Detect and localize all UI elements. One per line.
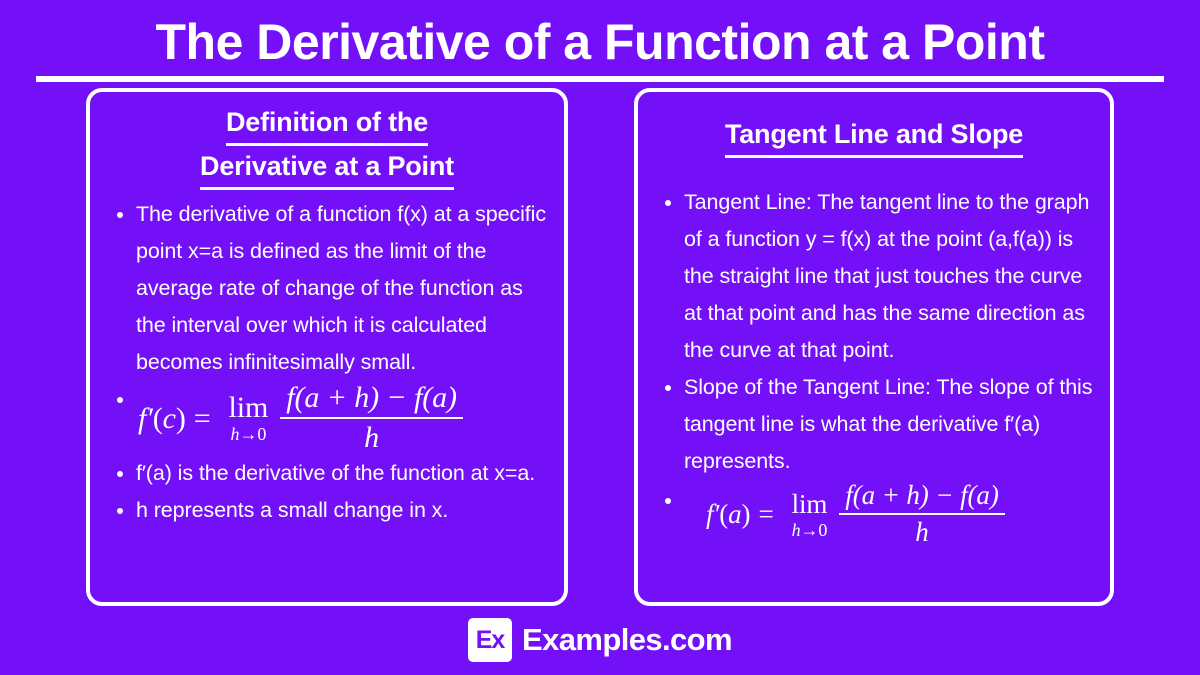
formula-numerator: f(a + h) − f(a) — [845, 480, 999, 510]
formula-close-paren: ) — [175, 401, 186, 435]
formula-denominator: h — [364, 421, 380, 454]
formula-limit-subscript: h→0 — [231, 424, 267, 444]
formula-limit-sub-arrow: →0 — [239, 423, 267, 444]
page-title: The Derivative of a Function at a Point — [155, 14, 1045, 70]
list-item: The derivative of a function f(x) at a s… — [106, 196, 548, 381]
formula-limit-subscript: h→0 — [792, 520, 828, 540]
card-heading-line-2: Derivative at a Point — [200, 146, 454, 190]
formula-open-paren: ( — [719, 498, 729, 529]
site-name: Examples.com — [522, 622, 733, 657]
card-heading: Tangent Line and Slope — [654, 114, 1094, 158]
formula-limit-operator: lim — [228, 390, 269, 424]
formula-variable: a — [728, 498, 742, 529]
list-item-formula: f ′(a) = lim h→0 f(a + h) − f(a) h — [654, 480, 1094, 548]
card-definition-of-the-derivative: Definition of the Derivative at a Point … — [86, 88, 568, 606]
formula-denominator: h — [915, 517, 929, 547]
formula-equals: = — [193, 401, 211, 435]
site-branding: Ex Examples.com — [0, 618, 1200, 662]
formula-limit: lim h→0 — [228, 390, 269, 444]
formula-equals: = — [758, 498, 774, 529]
derivative-formula: f ′(a) = lim h→0 f(a + h) − f(a) h — [706, 480, 1005, 548]
page-title-underline — [36, 76, 1164, 82]
list-item: Slope of the Tangent Line: The slope of … — [654, 369, 1094, 480]
formula-limit-sub-arrow: →0 — [800, 519, 828, 540]
examples-logo-icon: Ex — [468, 618, 513, 662]
card-tangent-line-and-slope: Tangent Line and Slope Tangent Line: The… — [634, 88, 1114, 606]
card-heading: Definition of the Derivative at a Point — [106, 102, 548, 190]
list-item: h represents a small change in x. — [106, 492, 548, 529]
formula-fraction: f(a + h) − f(a) h — [839, 480, 1005, 548]
list-item: Tangent Line: The tangent line to the gr… — [654, 184, 1094, 369]
card-heading-line-1: Tangent Line and Slope — [724, 114, 1023, 158]
bullet-list: The derivative of a function f(x) at a s… — [106, 196, 548, 529]
formula-open-paren: ( — [152, 401, 163, 435]
bullet-list: Tangent Line: The tangent line to the gr… — [654, 184, 1094, 548]
derivative-formula: f ′(c) = lim h→0 f(a + h) − f(a) h — [138, 381, 463, 455]
list-item-formula: f ′(c) = lim h→0 f(a + h) − f(a) h — [106, 381, 548, 455]
formula-numerator: f(a + h) − f(a) — [286, 381, 457, 414]
card-heading-line-1: Definition of the — [225, 102, 428, 146]
list-item: f′(a) is the derivative of the function … — [106, 455, 548, 492]
formula-close-paren: ) — [741, 498, 751, 529]
formula-limit: lim h→0 — [792, 489, 828, 540]
formula-fraction: f(a + h) − f(a) h — [280, 381, 463, 455]
formula-limit-operator: lim — [791, 488, 828, 519]
formula-function: f — [138, 401, 147, 435]
formula-function: f — [706, 498, 714, 529]
formula-variable: c — [162, 401, 176, 435]
